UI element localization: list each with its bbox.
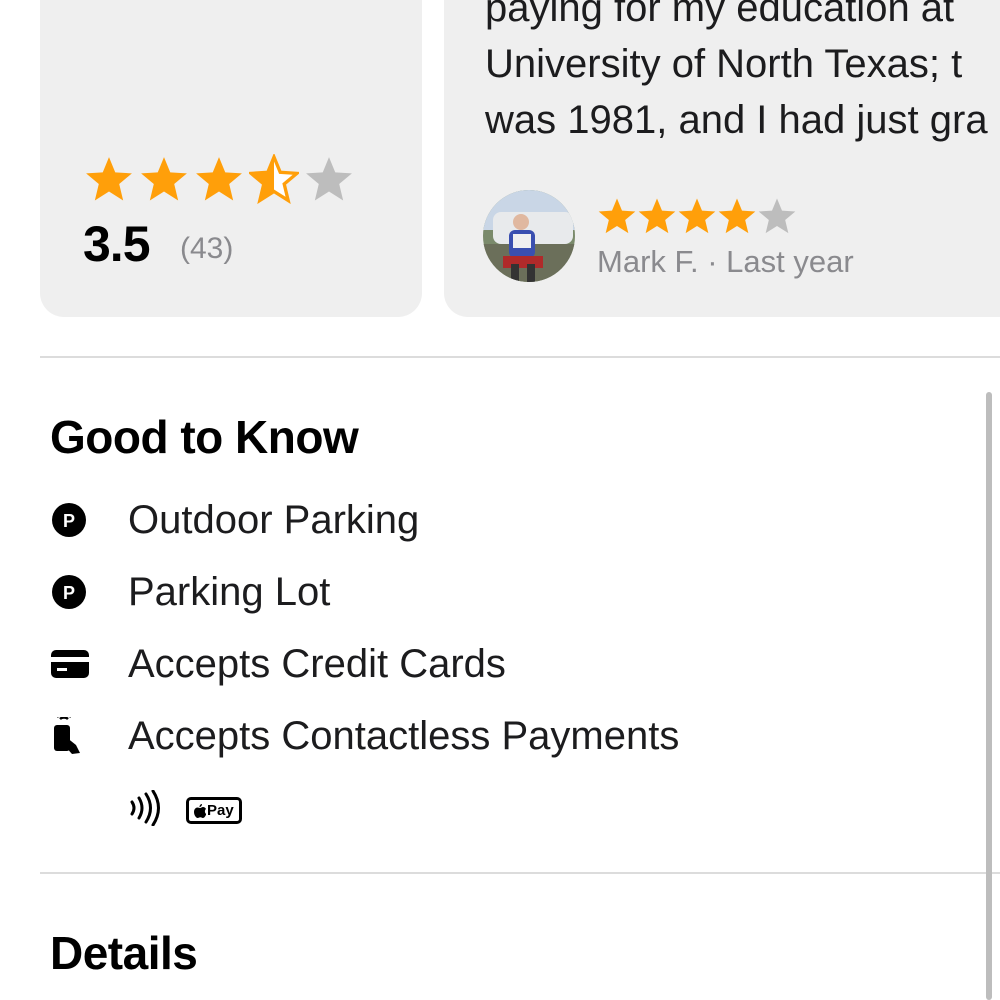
- list-item-outdoor-parking: P Outdoor Parking: [50, 495, 419, 545]
- payment-method-icons: Pay: [128, 789, 242, 831]
- apple-pay-icon: Pay: [186, 797, 242, 824]
- avatar[interactable]: [483, 190, 575, 282]
- svg-text:P: P: [63, 583, 75, 603]
- credit-card-icon: [50, 649, 128, 679]
- star-icon: [598, 198, 636, 234]
- contactless-payment-icon: [50, 717, 128, 755]
- divider: [40, 872, 1000, 874]
- section-title-details: Details: [50, 927, 198, 979]
- item-label: Accepts Credit Cards: [128, 641, 506, 686]
- item-label: Accepts Contactless Payments: [128, 713, 680, 758]
- star-icon: [249, 154, 299, 204]
- star-icon: [638, 198, 676, 234]
- rating-count: (43): [180, 232, 234, 265]
- item-label: Parking Lot: [128, 569, 331, 614]
- item-label: Outdoor Parking: [128, 497, 420, 542]
- list-item-contactless: Accepts Contactless Payments: [50, 711, 679, 761]
- review-text: paying for my education at University of…: [485, 0, 1000, 148]
- star-icon: [86, 157, 132, 201]
- star-icon: [196, 157, 242, 201]
- svg-text:P: P: [63, 511, 75, 531]
- parking-icon: P: [50, 501, 128, 539]
- star-icon: [141, 157, 187, 201]
- star-icon: [718, 198, 756, 234]
- list-item-parking-lot: P Parking Lot: [50, 567, 330, 617]
- nfc-icon: [128, 789, 162, 831]
- parking-icon: P: [50, 573, 128, 611]
- rating-stars: [84, 154, 359, 204]
- star-icon: [306, 157, 352, 201]
- star-icon: [758, 198, 796, 234]
- scrollbar[interactable]: [986, 392, 992, 1000]
- review-line: was 1981, and I had just gra: [485, 98, 988, 142]
- section-title-good-to-know: Good to Know: [50, 411, 359, 463]
- apple-pay-text: Pay: [207, 802, 234, 819]
- review-line: paying for my education at: [485, 0, 955, 30]
- list-item-credit-cards: Accepts Credit Cards: [50, 639, 506, 689]
- star-icon: [678, 198, 716, 234]
- average-rating: 3.5: [83, 216, 151, 272]
- review-stars: [597, 196, 797, 236]
- divider: [40, 356, 1000, 358]
- review-line: University of North Texas; t: [485, 42, 963, 86]
- reviewer-info: Mark F. · Last year: [597, 244, 854, 279]
